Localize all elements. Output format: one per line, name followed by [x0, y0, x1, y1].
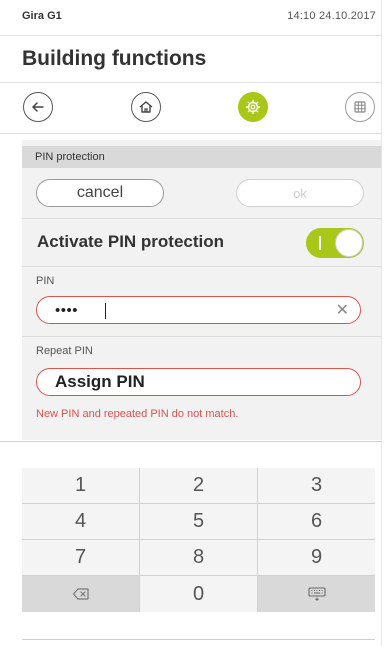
pin-input[interactable]: •••• ✕: [36, 296, 361, 324]
key-1[interactable]: 1: [22, 468, 139, 503]
repeat-pin-input[interactable]: Assign PIN: [36, 368, 361, 396]
key-3[interactable]: 3: [258, 468, 375, 503]
activate-pin-label: Activate PIN protection: [37, 232, 225, 251]
divider: [22, 336, 381, 337]
keyboard-hide-icon: [307, 587, 326, 601]
key-8[interactable]: 8: [140, 540, 257, 575]
ok-button[interactable]: ok: [236, 179, 364, 207]
grid-view-button[interactable]: [345, 92, 375, 122]
divider: [22, 218, 381, 219]
repeat-pin-placeholder: Assign PIN: [55, 372, 145, 391]
status-clock: 14:10 24.10.2017: [287, 10, 376, 22]
pin-mismatch-error: New PIN and repeated PIN do not match.: [36, 408, 239, 420]
divider: [22, 639, 375, 640]
status-date: 24.10.2017: [318, 10, 376, 22]
home-icon: [139, 101, 153, 113]
page-title: Building functions: [22, 47, 207, 70]
key-6[interactable]: 6: [258, 504, 375, 539]
toggle-on-marker: [319, 236, 321, 250]
key-9[interactable]: 9: [258, 540, 375, 575]
backspace-key[interactable]: [22, 576, 139, 612]
key-4[interactable]: 4: [22, 504, 139, 539]
device-brand: Gira G1: [22, 10, 62, 22]
clear-icon[interactable]: ✕: [336, 300, 349, 320]
toggle-knob: [335, 229, 363, 257]
repeat-pin-label: Repeat PIN: [36, 345, 93, 357]
text-caret: [105, 303, 106, 319]
home-button[interactable]: [131, 92, 161, 122]
divider: [22, 266, 381, 267]
status-bar: Gira G1 14:10 24.10.2017: [0, 0, 381, 36]
divider: [0, 441, 381, 442]
activate-pin-toggle[interactable]: [306, 228, 364, 258]
grid-icon: [354, 101, 366, 113]
arrow-left-icon: [32, 102, 44, 112]
backspace-icon: [72, 588, 89, 600]
status-time: 14:10: [287, 10, 316, 22]
key-0[interactable]: 0: [140, 576, 257, 612]
key-7[interactable]: 7: [22, 540, 139, 575]
device-edge: [381, 0, 389, 646]
pin-value: ••••: [55, 302, 79, 319]
pin-label: PIN: [36, 275, 55, 287]
section-header: PIN protection: [22, 146, 381, 168]
keypad-grid: 1 2 3 4 5 6 7 8 9 0: [22, 468, 375, 612]
back-button[interactable]: [23, 92, 53, 122]
device-screen: Gira G1 14:10 24.10.2017 Building functi…: [0, 0, 389, 646]
pin-protection-panel: PIN protection cancel ok Activate PIN pr…: [22, 140, 381, 440]
hide-keyboard-key[interactable]: [258, 576, 375, 612]
key-2[interactable]: 2: [140, 468, 257, 503]
nav-bar: [0, 88, 381, 132]
key-5[interactable]: 5: [140, 504, 257, 539]
cancel-button[interactable]: cancel: [36, 179, 164, 207]
divider: [0, 133, 381, 134]
numeric-keypad: 1 2 3 4 5 6 7 8 9 0: [0, 468, 381, 646]
settings-button[interactable]: [238, 92, 268, 122]
gear-icon: [245, 99, 261, 115]
divider: [0, 82, 381, 83]
